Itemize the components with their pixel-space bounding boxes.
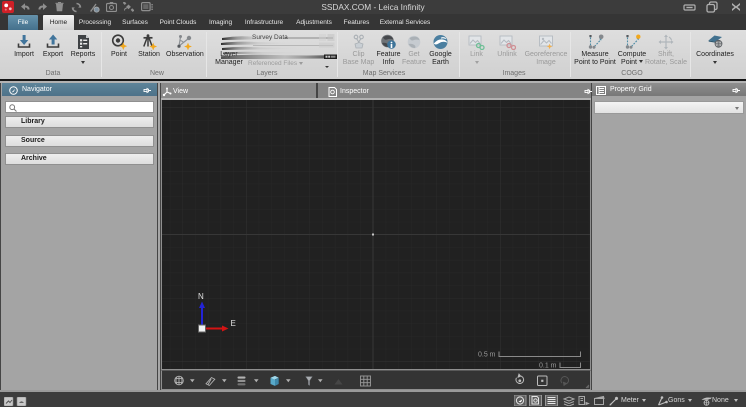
svg-text:0.5 m: 0.5 m (478, 352, 496, 359)
svg-text:E: E (231, 319, 236, 328)
svg-text:N: N (198, 292, 204, 301)
svg-text:0.1 m: 0.1 m (539, 363, 557, 370)
